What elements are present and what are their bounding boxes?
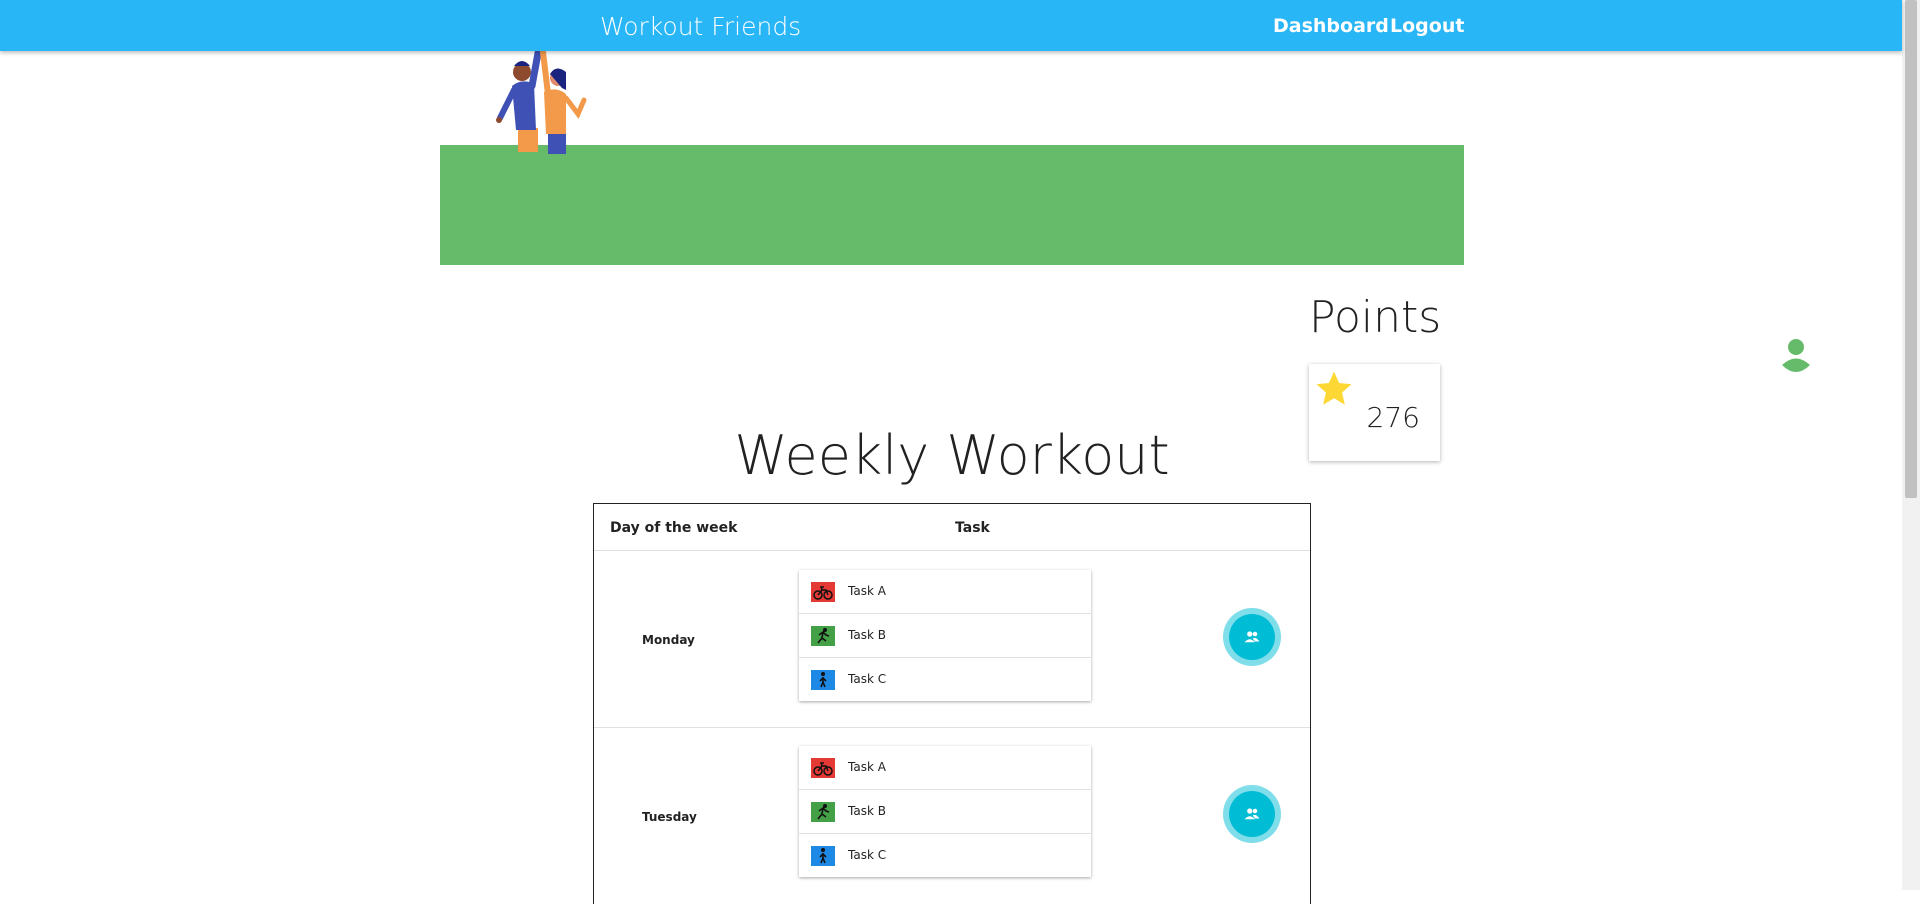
run-icon [811,626,835,646]
app-title[interactable]: Workout Friends [600,12,801,41]
profile-banner [440,145,1819,376]
weekly-workout-title: Weekly Workout [734,424,1170,487]
task-list: Task A Task B Task C [799,746,1091,877]
column-header-day: Day of the week [610,520,738,536]
bike-icon [811,758,835,778]
task-item[interactable]: Task B [799,790,1091,834]
task-label: Task A [848,760,886,774]
task-label: Task C [848,672,887,686]
task-item[interactable]: Task C [799,658,1091,701]
nav-dashboard-link[interactable]: Dashboard [1273,15,1389,37]
task-label: Task A [848,584,886,598]
task-label: Task C [848,848,887,862]
weekly-workout-table: Day of the week Task Monday Task A Task … [593,503,1311,904]
star-icon [1316,371,1352,405]
day-label: Tuesday [642,810,697,824]
row-divider [594,727,1310,728]
friends-button[interactable] [1223,608,1281,666]
day-label: Monday [642,633,695,647]
bike-icon [811,582,835,602]
points-heading: Points [1309,292,1442,343]
task-item[interactable]: Task B [799,614,1091,658]
account-circle-icon[interactable] [1773,330,1819,376]
task-item[interactable]: Task A [799,746,1091,790]
task-item[interactable]: Task A [799,570,1091,614]
column-header-task: Task [955,520,990,536]
header-divider [594,550,1310,551]
walk-icon [811,846,835,866]
page-scrollbar-thumb[interactable] [1905,0,1917,498]
walk-icon [811,670,835,690]
people-icon [1244,631,1260,643]
friends-button[interactable] [1223,785,1281,843]
task-list: Task A Task B Task C [799,570,1091,701]
nav-logout-link[interactable]: Logout [1390,15,1464,37]
app-bar: Workout Friends Dashboard Logout [0,0,1902,51]
people-icon [1244,808,1260,820]
run-icon [811,802,835,822]
task-label: Task B [848,628,886,642]
task-item[interactable]: Task C [799,834,1091,877]
task-label: Task B [848,804,886,818]
